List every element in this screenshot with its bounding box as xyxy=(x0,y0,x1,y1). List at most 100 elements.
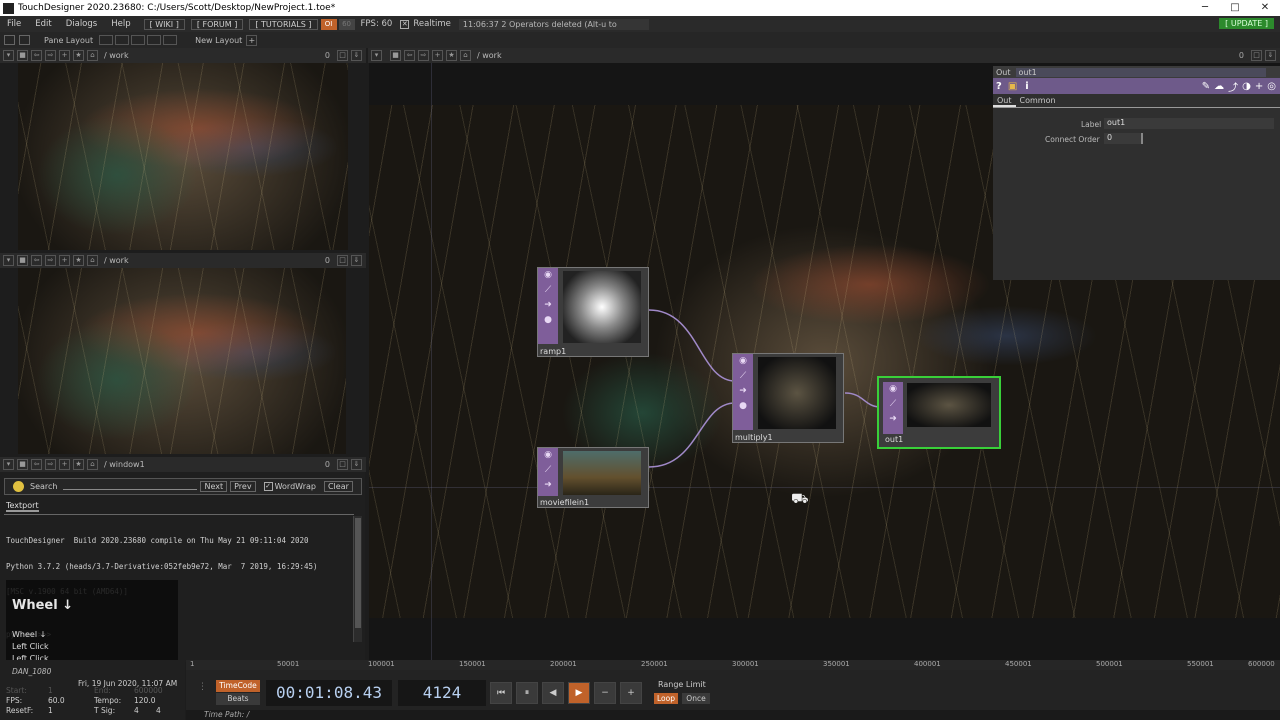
layout-preset-4[interactable] xyxy=(147,35,162,45)
layout-preset-1[interactable] xyxy=(99,35,114,45)
add-icon[interactable]: + xyxy=(59,459,70,470)
help-icon[interactable]: ? xyxy=(996,81,1002,92)
pin-icon[interactable]: ⇓ xyxy=(351,459,362,470)
rewind-icon[interactable]: ⏮ xyxy=(490,682,512,704)
loop-button[interactable]: Loop xyxy=(654,693,678,704)
back-icon[interactable]: ⇦ xyxy=(31,255,42,266)
minimize-button[interactable]: ─ xyxy=(1190,0,1220,16)
forward-icon[interactable]: ⇨ xyxy=(45,50,56,61)
add-icon[interactable]: + xyxy=(59,255,70,266)
frame-display[interactable]: 4124 xyxy=(398,680,486,706)
play-icon[interactable]: ▶ xyxy=(568,682,590,704)
maximize-pane-icon[interactable]: □ xyxy=(1251,50,1262,61)
pane-stop-icon[interactable]: ■ xyxy=(17,50,28,61)
pane-menu-icon[interactable]: ▾ xyxy=(3,459,14,470)
home-icon[interactable]: ⌂ xyxy=(87,459,98,470)
time-display[interactable]: 00:01:08.43 xyxy=(266,680,392,706)
prev-button[interactable]: Prev xyxy=(230,481,256,492)
layout-icon[interactable] xyxy=(4,35,15,45)
layout-preset-5[interactable] xyxy=(163,35,178,45)
tutorials-button[interactable]: [ TUTORIALS ] xyxy=(249,18,318,30)
maximize-pane-icon[interactable]: □ xyxy=(337,255,348,266)
viewer-2[interactable] xyxy=(18,268,346,454)
oi-indicator[interactable]: OI xyxy=(320,18,337,30)
clear-button[interactable]: Clear xyxy=(323,481,353,492)
tab-out[interactable]: Out xyxy=(993,96,1016,107)
add-layout-button[interactable]: + xyxy=(246,34,258,46)
menu-help[interactable]: Help xyxy=(104,19,137,29)
label-param-field[interactable]: out1 xyxy=(1104,118,1274,129)
pin-icon[interactable]: ⇓ xyxy=(351,50,362,61)
back-icon[interactable]: ⇦ xyxy=(31,50,42,61)
next-button[interactable]: Next xyxy=(200,481,228,492)
add-param-icon[interactable]: + xyxy=(1255,81,1263,92)
op-name-field[interactable]: out1 xyxy=(1015,67,1266,77)
menu-dialogs[interactable]: Dialogs xyxy=(59,19,105,29)
menu-file[interactable]: File xyxy=(0,19,28,29)
step-minus-icon[interactable]: − xyxy=(594,682,616,704)
layout-preset-3[interactable] xyxy=(131,35,146,45)
layout-preset-2[interactable] xyxy=(115,35,130,45)
star-icon[interactable]: ★ xyxy=(73,459,84,470)
wiki-button[interactable]: [ WIKI ] xyxy=(143,18,185,30)
step-plus-icon[interactable]: + xyxy=(620,682,642,704)
pin-icon[interactable]: ⇓ xyxy=(351,255,362,266)
ramp1-node[interactable]: ◉ ⟋ ➜ ● ramp1 xyxy=(537,267,649,357)
forward-icon[interactable]: ⇨ xyxy=(45,459,56,470)
textport-tab[interactable]: Textport xyxy=(6,501,39,512)
back-icon[interactable]: ⇦ xyxy=(31,459,42,470)
add-icon[interactable]: + xyxy=(59,50,70,61)
transport-menu-icon[interactable]: ⋮ xyxy=(198,682,207,692)
fps-button[interactable]: 60 xyxy=(338,18,355,30)
timecode-toggle[interactable]: TimeCode xyxy=(216,680,260,692)
search-input[interactable] xyxy=(63,489,198,490)
pane-menu-icon[interactable]: ▾ xyxy=(371,50,382,61)
timeline-ruler[interactable]: 1 50001 100001 150001 200001 250001 3000… xyxy=(186,660,1280,670)
star-icon[interactable]: ★ xyxy=(446,50,457,61)
star-icon[interactable]: ★ xyxy=(73,50,84,61)
time-path[interactable]: Time Path: / xyxy=(186,710,1280,720)
forward-icon[interactable]: ⇨ xyxy=(418,50,429,61)
viewer-1[interactable] xyxy=(18,63,348,250)
star-icon[interactable]: ★ xyxy=(73,255,84,266)
comment-icon[interactable]: ☁ xyxy=(1214,81,1224,92)
update-button[interactable]: [ UPDATE ] xyxy=(1219,18,1274,29)
edit-icon[interactable]: ✎ xyxy=(1202,81,1210,92)
multiply1-node[interactable]: ◉ ⟋ ➜ ● multiply1 xyxy=(732,353,844,443)
home-icon[interactable]: ⌂ xyxy=(87,50,98,61)
realtime-checkbox[interactable]: ✕ xyxy=(400,19,410,29)
color-icon[interactable]: ◑ xyxy=(1242,81,1251,92)
python-help-icon[interactable]: ▣ xyxy=(1008,81,1017,92)
wordwrap-checkbox[interactable]: ✓ xyxy=(263,482,273,491)
info-icon[interactable]: i xyxy=(1025,81,1028,92)
maximize-pane-icon[interactable]: □ xyxy=(337,50,348,61)
step-back-icon[interactable]: ◀ xyxy=(542,682,564,704)
add-icon[interactable]: + xyxy=(432,50,443,61)
back-icon[interactable]: ⇦ xyxy=(404,50,415,61)
moviefilein1-node[interactable]: ◉ ⟋ ➜ moviefilein1 xyxy=(537,447,649,508)
home-icon[interactable]: ⌂ xyxy=(87,255,98,266)
forum-button[interactable]: [ FORUM ] xyxy=(190,18,244,30)
pane-stop-icon[interactable]: ■ xyxy=(17,459,28,470)
once-button[interactable]: Once xyxy=(682,693,710,704)
pin-icon[interactable]: ⇓ xyxy=(1265,50,1276,61)
scroll-thumb[interactable] xyxy=(355,518,361,628)
pane-menu-icon[interactable]: ▾ xyxy=(3,50,14,61)
split-icon[interactable] xyxy=(19,35,30,45)
connect-order-slider[interactable] xyxy=(1141,133,1143,144)
textport-scrollbar[interactable] xyxy=(353,516,362,642)
tab-common[interactable]: Common xyxy=(1016,96,1060,107)
bypass-icon[interactable]: ⤴ xyxy=(1228,79,1238,94)
pane-menu-icon[interactable]: ▾ xyxy=(3,255,14,266)
maximize-pane-icon[interactable]: □ xyxy=(337,459,348,470)
close-button[interactable]: ✕ xyxy=(1250,0,1280,16)
beats-toggle[interactable]: Beats xyxy=(216,693,260,705)
connect-order-field[interactable]: 0 xyxy=(1104,133,1142,144)
pane-stop-icon[interactable]: ■ xyxy=(390,50,401,61)
out1-node[interactable]: ◉ ⟋ ➜ out1 xyxy=(877,376,1001,449)
settings-icon[interactable]: ◎ xyxy=(1267,81,1276,92)
pause-icon[interactable]: ⏸ xyxy=(516,682,538,704)
pane-stop-icon[interactable]: ■ xyxy=(17,255,28,266)
maximize-button[interactable]: □ xyxy=(1220,0,1250,16)
new-layout-label[interactable]: New Layout xyxy=(195,36,242,45)
